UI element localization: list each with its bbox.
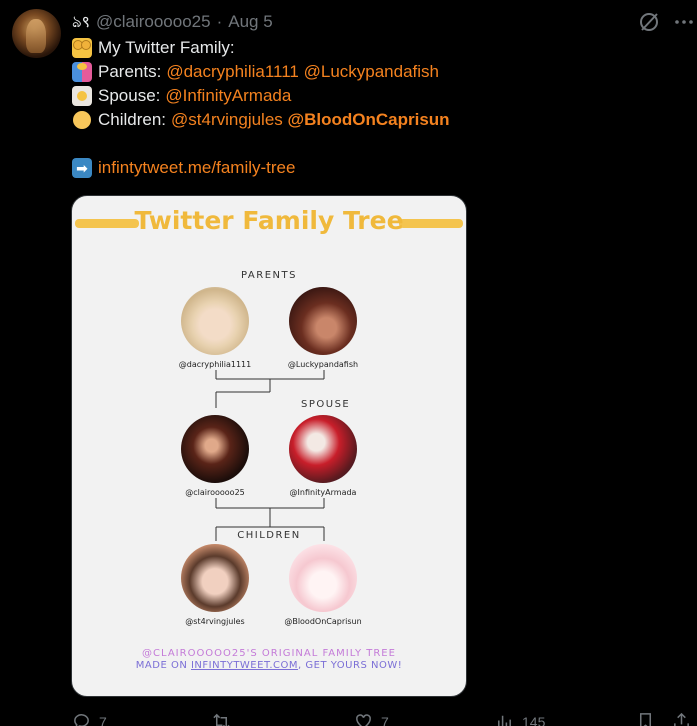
retweet-icon <box>213 713 230 726</box>
person-child-2: @BloodOnCaprisun <box>273 544 373 626</box>
avatar[interactable] <box>12 9 61 58</box>
views-icon <box>498 715 511 726</box>
person-child-1: @st4rvingjules <box>165 544 265 626</box>
right-arrow-emoji: ➡ <box>72 158 92 178</box>
family-tree-card[interactable]: Twitter Family Tree PARENTS @dacryphilia… <box>71 195 467 697</box>
person-parent-2: @Luckypandafish <box>273 287 373 369</box>
spouse-mention[interactable]: @InfinityArmada <box>165 84 291 108</box>
like-icon <box>356 714 371 726</box>
card-title: Twitter Family Tree <box>134 206 404 235</box>
card-footer-line2: MADE ON INFINTYTWEET.COM, GET YOURS NOW! <box>72 660 466 671</box>
baby-emoji <box>72 110 92 130</box>
footer-tail: , GET YOURS NOW! <box>298 660 403 671</box>
children-line: Children: @st4rvingjules @BloodOnCaprisu… <box>72 108 672 132</box>
author-handle[interactable]: @clairooooo25 <box>96 12 211 32</box>
spouse-heading: SPOUSE <box>301 399 351 410</box>
parents-heading: PARENTS <box>241 270 297 281</box>
child-1-handle: @st4rvingjules <box>185 617 245 626</box>
family-tree-link[interactable]: infintytweet.me/family-tree <box>98 156 295 180</box>
tweet-actions: 7 7 145 <box>0 712 697 726</box>
spouse-label: Spouse: <box>98 86 161 105</box>
child-mention-2[interactable]: @BloodOnCaprisun <box>288 108 450 132</box>
parent-mention-1[interactable]: @dacryphilia1111 <box>166 60 299 84</box>
tweet-header: ঌ९ @clairooooo25 · Aug 5 <box>72 11 273 33</box>
grok-icon[interactable] <box>638 11 660 33</box>
share-icon <box>674 712 689 726</box>
children-label: Children: <box>98 110 167 129</box>
like-button[interactable]: 7 <box>354 712 389 726</box>
child-2-handle: @BloodOnCaprisun <box>284 617 362 626</box>
person-spouse: @InfinityArmada <box>273 415 373 497</box>
parent-1-photo <box>181 287 249 355</box>
retweet-button[interactable] <box>212 712 239 726</box>
child-1-photo <box>181 544 249 612</box>
link-line: ➡ infintytweet.me/family-tree <box>72 156 672 180</box>
like-count: 7 <box>381 713 389 726</box>
reply-button[interactable]: 7 <box>72 712 107 726</box>
bride-emoji <box>72 86 92 106</box>
footer-site-link[interactable]: INFINTYTWEET.COM <box>191 660 298 671</box>
family-line: My Twitter Family: <box>72 36 672 60</box>
separator-dot: · <box>216 12 223 31</box>
family-title: My Twitter Family: <box>98 38 235 57</box>
views-button[interactable]: 145 <box>495 712 545 726</box>
spouse-line: Spouse: @InfinityArmada <box>72 84 672 108</box>
child-mention-1[interactable]: @st4rvingjules <box>171 108 283 132</box>
parents-line: Parents: @dacryphilia1111 @Luckypandafis… <box>72 60 672 84</box>
footer-made-on: MADE ON <box>135 660 191 671</box>
bookmark-icon <box>639 713 652 726</box>
parents-connector <box>215 370 325 408</box>
spouse-photo <box>289 415 357 483</box>
parents-label: Parents: <box>98 62 162 81</box>
person-self: @clairooooo25 <box>165 415 265 497</box>
family-emoji <box>72 38 92 58</box>
bookmark-button[interactable] <box>636 712 663 726</box>
tweet-text: My Twitter Family: Parents: @dacryphilia… <box>72 36 672 180</box>
share-button[interactable] <box>672 712 697 726</box>
parent-mention-2[interactable]: @Luckypandafish <box>304 60 439 84</box>
more-icon[interactable] <box>674 12 694 32</box>
child-2-photo <box>289 544 357 612</box>
reply-icon <box>74 714 89 726</box>
couple-emoji <box>72 62 92 82</box>
children-heading: CHILDREN <box>237 530 301 541</box>
author-display-name[interactable]: ঌ९ <box>72 9 90 36</box>
views-count: 145 <box>522 713 546 726</box>
reply-count: 7 <box>99 713 107 726</box>
card-footer-line1: @CLAIROOOOO25'S ORIGINAL FAMILY TREE <box>142 648 396 659</box>
parent-2-photo <box>289 287 357 355</box>
self-photo <box>181 415 249 483</box>
person-parent-1: @dacryphilia1111 <box>165 287 265 369</box>
tweet-date[interactable]: Aug 5 <box>228 12 272 32</box>
